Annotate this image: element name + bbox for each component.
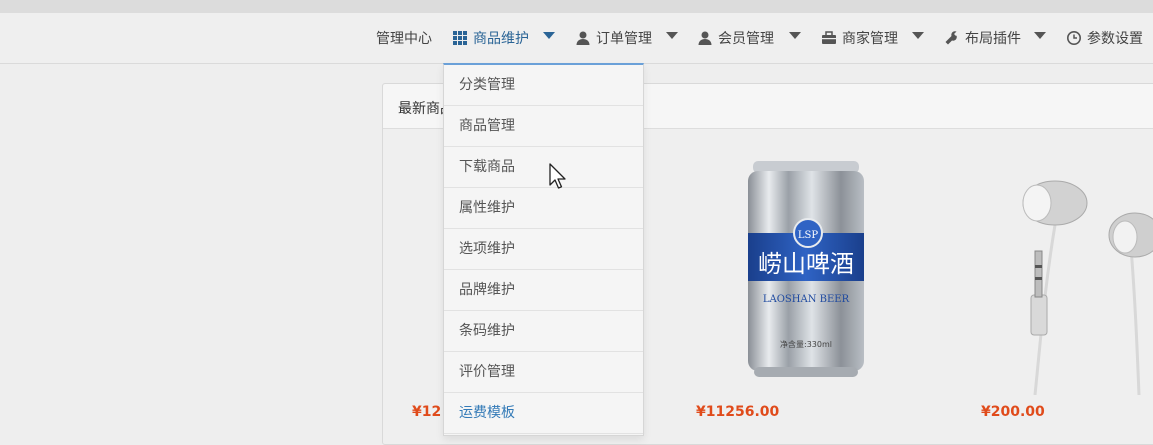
- dropdown-item-brand-maintenance[interactable]: 品牌维护: [444, 270, 643, 311]
- nav-item-label: 布局插件: [965, 31, 1021, 47]
- svg-text:LSP: LSP: [798, 230, 818, 241]
- nav-item-label: 订单管理: [596, 31, 652, 47]
- beer-can-image: LSP 崂山啤酒 LAOSHAN BEER 净含量:330ml: [748, 161, 864, 377]
- nav-item-parameter-settings[interactable]: 参数设置: [1066, 26, 1143, 52]
- svg-text:LAOSHAN BEER: LAOSHAN BEER: [763, 294, 850, 305]
- nav-item-admin-center[interactable]: 管理中心: [376, 26, 432, 52]
- nav-item-label: 参数设置: [1087, 31, 1143, 47]
- nav-item-label: 商品维护: [473, 31, 529, 47]
- dropdown-item-review-management[interactable]: 评价管理: [444, 352, 643, 393]
- chevron-down-icon[interactable]: [1034, 32, 1046, 39]
- nav-item-order-management[interactable]: 订单管理: [575, 26, 652, 52]
- user-icon: [698, 31, 712, 45]
- clock-icon: [1067, 31, 1081, 45]
- product-image-earphones[interactable]: [1015, 175, 1153, 399]
- browser-top-strip: [0, 0, 1153, 13]
- nav-item-label: 管理中心: [376, 31, 432, 47]
- nav-item-label: 商家管理: [842, 31, 898, 47]
- grid-icon: [453, 31, 467, 45]
- dropdown-item-option-maintenance[interactable]: 选项维护: [444, 229, 643, 270]
- nav-item-label: 会员管理: [718, 31, 774, 47]
- product-price: ¥11256.00: [696, 404, 780, 420]
- mouse-pointer-icon: [549, 163, 566, 189]
- chevron-down-icon[interactable]: [666, 32, 678, 39]
- product-price: ¥12: [412, 404, 442, 420]
- dropdown-item-product-management[interactable]: 商品管理: [444, 106, 643, 147]
- top-navbar: 管理中心 商品维护 订单管理 会员管理 商家管理 布局插件 参数设置: [0, 13, 1153, 64]
- chevron-down-icon[interactable]: [543, 32, 555, 39]
- user-icon: [576, 31, 590, 45]
- wrench-icon: [945, 31, 959, 45]
- product-price: ¥200.00: [981, 404, 1045, 420]
- svg-text:崂山啤酒: 崂山啤酒: [758, 250, 854, 278]
- chevron-down-icon[interactable]: [789, 32, 801, 39]
- product-maintenance-dropdown: 分类管理 商品管理 下载商品 属性维护 选项维护 品牌维护 条码维护 评价管理 …: [443, 63, 644, 436]
- product-image-beer-can[interactable]: LSP 崂山啤酒 LAOSHAN BEER 净含量:330ml: [744, 155, 874, 389]
- dropdown-item-download-products[interactable]: 下载商品: [444, 147, 643, 188]
- briefcase-icon: [822, 31, 836, 44]
- dropdown-item-shipping-template[interactable]: 运费模板: [444, 393, 643, 434]
- dropdown-item-barcode-maintenance[interactable]: 条码维护: [444, 311, 643, 352]
- dropdown-item-attribute-maintenance[interactable]: 属性维护: [444, 188, 643, 229]
- svg-text:净含量:330ml: 净含量:330ml: [780, 339, 832, 349]
- chevron-down-icon[interactable]: [912, 32, 924, 39]
- nav-item-merchant-management[interactable]: 商家管理: [821, 26, 898, 52]
- nav-item-layout-plugins[interactable]: 布局插件: [944, 26, 1021, 52]
- dropdown-item-category-management[interactable]: 分类管理: [444, 65, 643, 106]
- nav-item-member-management[interactable]: 会员管理: [697, 26, 774, 52]
- nav-item-product-maintenance[interactable]: 商品维护: [452, 26, 529, 52]
- earphones-image: [1022, 180, 1153, 396]
